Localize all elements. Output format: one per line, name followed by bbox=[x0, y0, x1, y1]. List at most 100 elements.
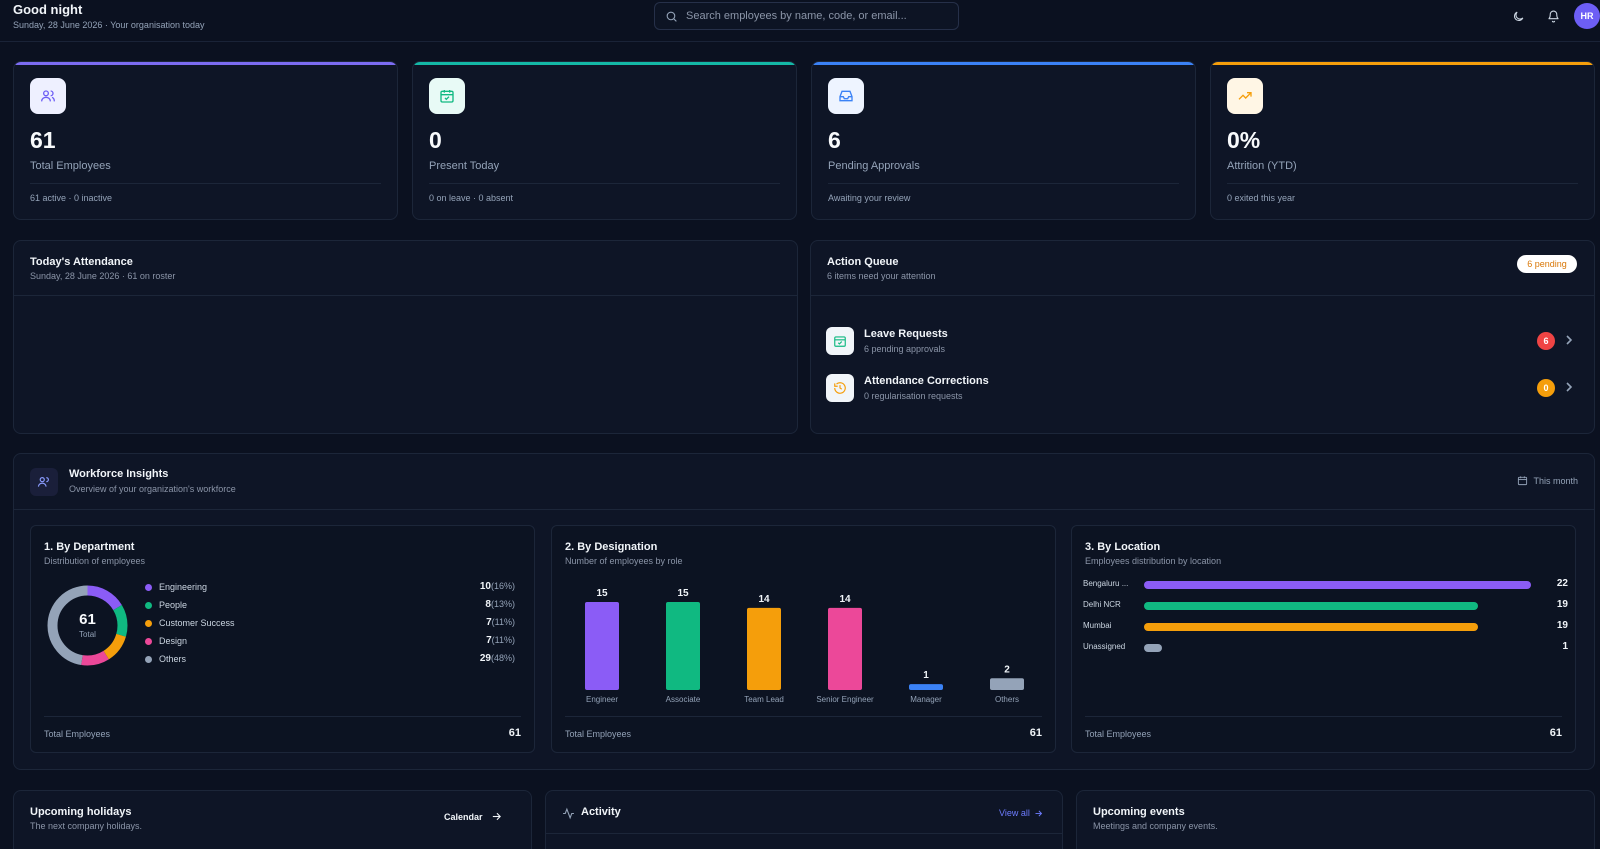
attendance-card: Today's Attendance Sunday, 28 June 2026 … bbox=[13, 240, 798, 654]
location-label: Unassigned bbox=[1083, 642, 1126, 651]
legend-label: Design bbox=[159, 636, 188, 646]
stat-icon-box bbox=[1227, 78, 1263, 114]
insights-icon-box bbox=[30, 468, 58, 496]
divider bbox=[429, 183, 780, 184]
location-label: Bengaluru ... bbox=[1083, 579, 1129, 588]
stat-card-total-employees[interactable]: 61 Total Employees 61 active · 0 inactiv… bbox=[13, 61, 398, 220]
location-row: Mumbai 19 bbox=[1083, 620, 1568, 634]
queue-item-attendance-corrections[interactable]: Attendance Corrections 0 regularisation … bbox=[826, 372, 1576, 406]
view-all-label: View all bbox=[999, 808, 1030, 818]
legend-item: People 8(13%) bbox=[145, 599, 525, 613]
queue-item-title: Attendance Corrections bbox=[864, 375, 989, 387]
calendar-icon bbox=[1518, 476, 1528, 486]
legend-dot bbox=[145, 602, 152, 609]
divider bbox=[828, 183, 1179, 184]
greeting-subtitle: Sunday, 28 June 2026 · Your organisation… bbox=[13, 20, 205, 30]
bar-engineer bbox=[585, 602, 619, 690]
location-row: Unassigned 1 bbox=[1083, 641, 1568, 655]
stat-icon-box bbox=[429, 78, 465, 114]
moon-icon bbox=[1513, 11, 1523, 21]
calendar-check-icon bbox=[440, 90, 454, 103]
location-subtitle: Employees distribution by location bbox=[1085, 556, 1222, 566]
chevron-right-icon bbox=[1566, 335, 1573, 345]
stat-card-pending-approvals[interactable]: 6 Pending Approvals Awaiting your review bbox=[811, 61, 1196, 220]
bar-category-label: Others bbox=[995, 695, 1019, 704]
location-card: 3. By Location Employees distribution by… bbox=[1071, 525, 1576, 753]
stat-sub: 0 on leave · 0 absent bbox=[429, 193, 514, 203]
divider bbox=[1227, 183, 1578, 184]
period-selector[interactable]: This month bbox=[1517, 475, 1578, 486]
legend-dot bbox=[145, 656, 152, 663]
attendance-title: Today's Attendance bbox=[30, 256, 133, 268]
events-title: Upcoming events bbox=[1093, 806, 1185, 818]
bar-category-label: Senior Engineer bbox=[816, 695, 874, 704]
events-subtitle: Meetings and company events. bbox=[1093, 821, 1218, 831]
users-icon bbox=[41, 90, 55, 102]
location-value: 19 bbox=[1556, 620, 1568, 631]
footer-label: Total Employees bbox=[44, 729, 111, 739]
legend-value: 10(16%) bbox=[480, 581, 515, 592]
footer-value: 61 bbox=[508, 727, 521, 739]
queue-item-leave-requests[interactable]: Leave Requests 6 pending approvals 6 bbox=[826, 325, 1576, 359]
count-badge: 6 bbox=[1537, 332, 1555, 350]
top-bar: Good night Sunday, 28 June 2026 · Your o… bbox=[0, 0, 1600, 42]
divider bbox=[565, 716, 1042, 717]
divider bbox=[546, 833, 1062, 834]
calendar-link[interactable]: Calendar bbox=[444, 811, 502, 822]
stat-card-present-today[interactable]: 0 Present Today 0 on leave · 0 absent bbox=[412, 61, 797, 220]
donut-center-label: Total bbox=[79, 630, 96, 639]
legend-label: People bbox=[159, 600, 188, 610]
inbox-icon bbox=[839, 90, 853, 102]
legend-label: Engineering bbox=[159, 582, 208, 592]
bar-value-label: 14 bbox=[758, 594, 770, 605]
holidays-subtitle: The next company holidays. bbox=[30, 821, 143, 831]
search-input[interactable] bbox=[686, 10, 946, 22]
calendar-link-label: Calendar bbox=[444, 811, 483, 822]
bar-value-label: 14 bbox=[839, 594, 851, 605]
avatar[interactable]: HR bbox=[1574, 3, 1600, 29]
stat-card-attrition[interactable]: 0% Attrition (YTD) 0 exited this year bbox=[1210, 61, 1595, 220]
designation-bar-chart: 15 Engineer 15 Associate 14 Team Lead 14 Senior… bbox=[585, 588, 1024, 704]
search-icon bbox=[666, 11, 677, 22]
designation-card: 2. By Designation Number of employees by… bbox=[551, 525, 1056, 753]
location-bar bbox=[1144, 602, 1479, 610]
activity-icon bbox=[563, 807, 574, 820]
location-value: 19 bbox=[1556, 599, 1568, 610]
stat-value: 0 bbox=[429, 127, 442, 153]
stat-label: Present Today bbox=[429, 160, 500, 172]
clock-history-icon bbox=[834, 382, 846, 394]
holidays-title: Upcoming holidays bbox=[30, 806, 132, 818]
stat-sub: Awaiting your review bbox=[828, 193, 911, 203]
legend-percent: (16%) bbox=[490, 581, 515, 591]
arrow-right-icon bbox=[492, 812, 501, 821]
location-bar bbox=[1144, 581, 1531, 589]
upcoming-holidays-card: Upcoming holidays The next company holid… bbox=[13, 790, 532, 849]
notifications-button[interactable] bbox=[1545, 8, 1561, 24]
stat-icon-box bbox=[828, 78, 864, 114]
location-bar bbox=[1144, 623, 1479, 631]
location-row: Delhi NCR 19 bbox=[1083, 599, 1568, 613]
legend-item: Engineering 10(16%) bbox=[145, 581, 525, 595]
queue-icon-box bbox=[826, 327, 854, 355]
stat-icon-box bbox=[30, 78, 66, 114]
bell-icon bbox=[1547, 10, 1559, 22]
legend-count: 29 bbox=[479, 653, 491, 664]
action-queue-subtitle: 6 items need your attention bbox=[827, 271, 936, 281]
legend-dot bbox=[145, 584, 152, 591]
theme-toggle-button[interactable] bbox=[1510, 8, 1526, 24]
stat-accent-bar bbox=[812, 62, 1195, 65]
action-queue-title: Action Queue bbox=[827, 256, 899, 268]
bar-category-label: Manager bbox=[910, 695, 942, 704]
department-title: 1. By Department bbox=[44, 541, 135, 553]
bar-category-label: Team Lead bbox=[744, 695, 784, 704]
search-box[interactable] bbox=[654, 2, 959, 30]
view-all-link[interactable]: View all bbox=[999, 808, 1043, 818]
bar-category-label: Engineer bbox=[586, 695, 618, 704]
bar-manager bbox=[909, 684, 943, 690]
divider bbox=[811, 295, 1594, 296]
queue-item-sub: 0 regularisation requests bbox=[864, 391, 963, 401]
stat-sub: 0 exited this year bbox=[1227, 193, 1296, 203]
bar-value-label: 15 bbox=[596, 588, 608, 599]
arrow-right-icon bbox=[1035, 810, 1042, 816]
bar-value-label: 2 bbox=[1004, 664, 1010, 675]
